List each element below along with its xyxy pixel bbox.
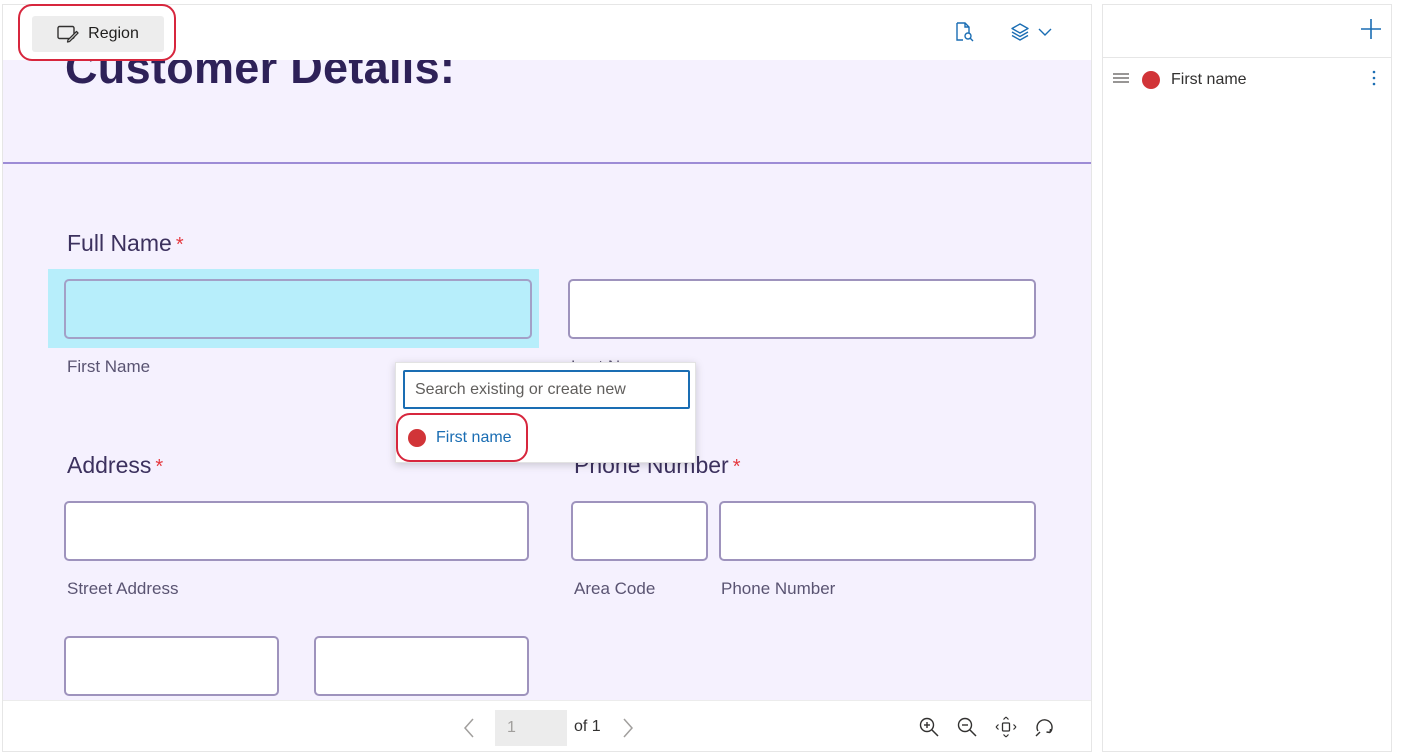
layers-icon [1009,21,1031,48]
area-code-field[interactable] [571,501,708,561]
full-name-label: Full Name * [67,230,184,257]
required-mark: * [732,456,741,478]
phone-number-field[interactable] [719,501,1036,561]
label-list-item-text: First name [1171,71,1247,88]
viewer-toolbar: Region [3,5,1091,60]
required-mark: * [175,234,184,256]
page-count-label: of 1 [574,718,601,735]
labels-panel-header [1103,5,1391,58]
page-navigation-bar: of 1 [3,700,1091,751]
chevron-left-icon[interactable] [461,717,477,744]
labels-panel: First name [1102,4,1392,752]
address-label: Address * [67,452,163,479]
region-button-label: Region [88,25,139,42]
state-field[interactable] [314,636,529,696]
city-field[interactable] [64,636,279,696]
label-color-dot [408,429,426,447]
region-edit-icon [57,25,79,43]
chevron-down-icon [1037,24,1053,45]
required-mark: * [155,456,164,478]
plus-icon[interactable] [1359,17,1383,46]
layers-dropdown[interactable] [1009,21,1053,48]
title-divider [3,162,1091,164]
chevron-right-icon[interactable] [620,717,636,744]
phone-number-caption: Phone Number [721,579,836,598]
address-label-text: Address [67,452,152,478]
drag-handle-icon[interactable] [1112,71,1130,90]
first-name-caption: First Name [67,357,151,376]
document-title: Customer Details: [65,60,456,93]
document-search-icon [953,21,975,48]
label-search-input[interactable] [403,370,690,409]
first-name-field[interactable] [64,279,532,339]
rotate-icon[interactable] [1033,716,1055,743]
street-address-field[interactable] [64,501,529,561]
more-vertical-icon[interactable] [1371,69,1377,92]
label-picker-popup: First name [395,362,696,463]
popup-label-option-text: First name [436,429,512,446]
area-code-caption: Area Code [574,579,656,598]
region-button[interactable]: Region [32,16,164,52]
zoom-in-icon[interactable] [918,716,940,743]
last-name-field[interactable] [568,279,1036,339]
label-color-dot [1142,71,1160,89]
label-list-item[interactable]: First name [1103,65,1391,95]
full-name-label-text: Full Name [67,230,172,256]
fit-page-icon[interactable] [995,716,1017,743]
street-address-caption: Street Address [67,579,179,598]
page-number-input[interactable] [495,710,567,746]
popup-label-option[interactable]: First name [408,429,512,447]
zoom-out-icon[interactable] [956,716,978,743]
document-search-button[interactable] [953,21,975,48]
